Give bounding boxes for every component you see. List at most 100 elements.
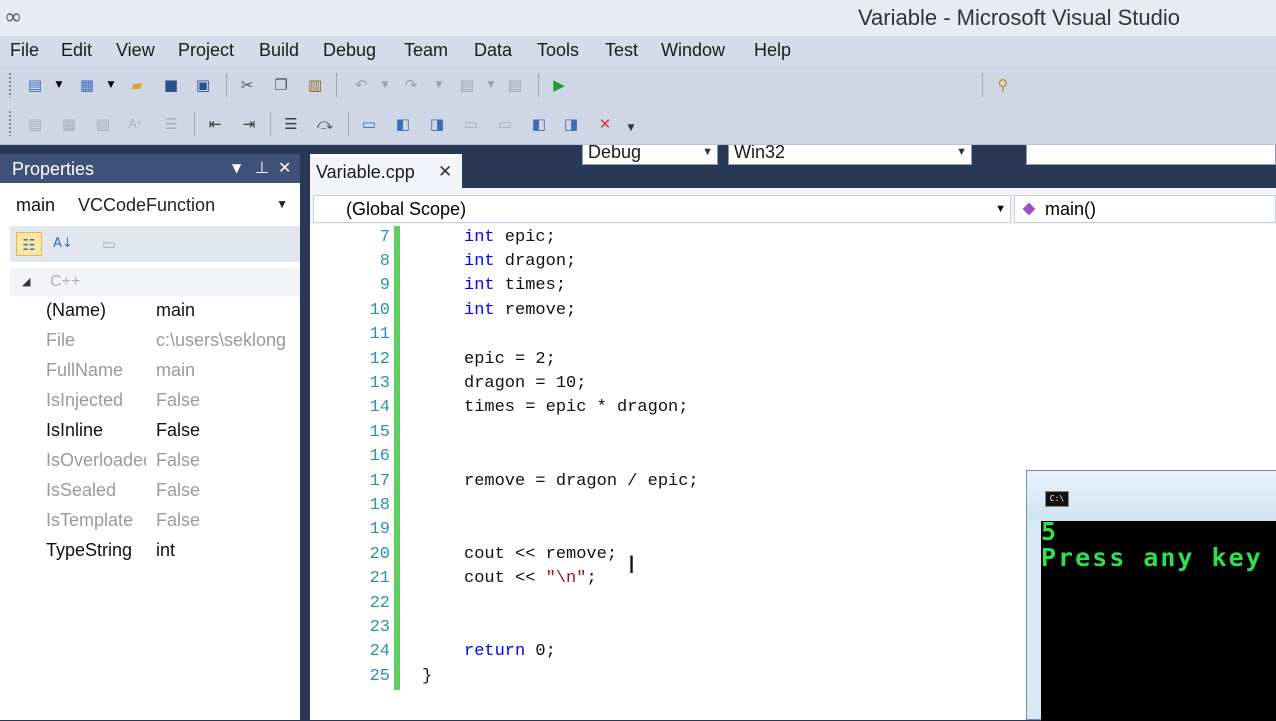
menu-data[interactable]: Data: [474, 40, 512, 61]
property-value[interactable]: main: [156, 296, 300, 324]
navigate-backward-icon[interactable]: ▤: [456, 75, 478, 95]
menu-project[interactable]: Project: [178, 40, 234, 61]
code-line[interactable]: 16: [310, 445, 1276, 469]
toolbar-grip[interactable]: [8, 72, 12, 98]
open-file-icon[interactable]: ▰: [126, 75, 148, 95]
alphabetical-icon[interactable]: A↓: [50, 232, 76, 256]
code-line[interactable]: 14 times = epic * dragon;: [310, 396, 1276, 420]
window-position-icon[interactable]: ▼: [232, 161, 241, 175]
cut-icon[interactable]: ✂: [236, 75, 258, 95]
property-row[interactable]: TypeString int: [10, 536, 300, 566]
line-number: 10: [369, 301, 390, 320]
property-row[interactable]: IsInline False: [10, 416, 300, 446]
property-value[interactable]: c:\users\seklong: [156, 326, 300, 354]
next-bookmark-document-icon[interactable]: ◨: [560, 114, 582, 134]
parameter-info-icon[interactable]: ▧: [92, 114, 114, 134]
redo-icon[interactable]: ↷: [400, 75, 422, 95]
code-line[interactable]: 15: [310, 421, 1276, 445]
navigate-forward-icon[interactable]: ▤: [504, 75, 526, 95]
code-line[interactable]: 12 epic = 2;: [310, 348, 1276, 372]
toolbar-overflow-icon[interactable]: ▼: [620, 118, 642, 138]
menu-test[interactable]: Test: [605, 40, 638, 61]
property-value[interactable]: False: [156, 476, 300, 504]
categorized-icon[interactable]: ☷: [16, 232, 42, 256]
property-row[interactable]: IsOverloaded False: [10, 446, 300, 476]
new-project-icon[interactable]: ▤: [24, 75, 46, 95]
code-line[interactable]: 8 int dragon;: [310, 250, 1276, 274]
code-line[interactable]: 9 int times;: [310, 274, 1276, 298]
property-value[interactable]: int: [156, 536, 300, 564]
tab-variable-cpp[interactable]: Variable.cpp ✕: [310, 154, 462, 188]
property-name: IsInline: [46, 420, 104, 440]
property-pages-icon[interactable]: ▭: [96, 232, 122, 256]
find-in-files-icon[interactable]: ⚲: [992, 75, 1014, 95]
word-completion-icon[interactable]: ☰: [160, 114, 182, 134]
save-all-icon[interactable]: ▣: [192, 75, 214, 95]
save-icon[interactable]: ■: [160, 75, 182, 95]
menu-help[interactable]: Help: [754, 40, 791, 61]
pin-icon[interactable]: ⊥: [255, 158, 269, 177]
property-row[interactable]: (Name) main: [10, 296, 300, 326]
console-window[interactable]: C:\ 5 Press any key: [1026, 470, 1276, 721]
property-value[interactable]: False: [156, 386, 300, 414]
property-name: FullName: [46, 360, 124, 380]
add-item-icon[interactable]: ▦: [76, 75, 98, 95]
code-line[interactable]: 10 int remove;: [310, 299, 1276, 323]
code-line[interactable]: 7 int epic;: [310, 226, 1276, 250]
toggle-bookmark-icon[interactable]: ▭: [358, 114, 380, 134]
members-icon[interactable]: ▦: [58, 114, 80, 134]
next-bookmark-icon[interactable]: ◨: [426, 114, 448, 134]
menu-team[interactable]: Team: [404, 40, 448, 61]
undo-icon[interactable]: ↶: [350, 75, 372, 95]
property-row[interactable]: IsTemplate False: [10, 506, 300, 536]
line-number: 7: [379, 228, 390, 247]
category-row[interactable]: ◢ C++: [10, 268, 300, 296]
function-select[interactable]: main(): [1014, 195, 1276, 223]
property-row[interactable]: IsSealed False: [10, 476, 300, 506]
menu-file[interactable]: File: [10, 40, 39, 61]
paste-icon[interactable]: ▥: [304, 75, 326, 95]
close-icon[interactable]: ✕: [438, 162, 452, 182]
comment-out-icon[interactable]: ☰: [280, 114, 302, 134]
previous-bookmark-document-icon[interactable]: ◧: [528, 114, 550, 134]
close-icon[interactable]: ✕: [278, 158, 291, 177]
quick-info-icon[interactable]: Aᵃ: [124, 114, 146, 134]
previous-bookmark-icon[interactable]: ◧: [392, 114, 414, 134]
dropdown-arrow-icon[interactable]: ▼: [480, 75, 502, 95]
property-row[interactable]: FullName main: [10, 356, 300, 386]
connect-icon[interactable]: ▤: [24, 114, 46, 134]
clear-bookmarks-icon[interactable]: ✕: [594, 114, 616, 134]
menu-view[interactable]: View: [116, 40, 155, 61]
keyword: int: [464, 301, 495, 320]
increase-indent-icon[interactable]: ⇥: [238, 114, 260, 134]
previous-bookmark-folder-icon[interactable]: ▭: [460, 114, 482, 134]
property-value[interactable]: main: [156, 356, 300, 384]
line-number: 25: [369, 667, 390, 686]
dropdown-arrow-icon[interactable]: ▼: [48, 75, 70, 95]
menu-build[interactable]: Build: [259, 40, 299, 61]
decrease-indent-icon[interactable]: ⇤: [204, 114, 226, 134]
collapse-triangle-icon[interactable]: ◢: [22, 275, 30, 288]
menu-debug[interactable]: Debug: [323, 40, 376, 61]
dropdown-arrow-icon[interactable]: ▼: [428, 75, 450, 95]
copy-icon[interactable]: ❐: [270, 75, 292, 95]
property-value[interactable]: False: [156, 506, 300, 534]
next-bookmark-folder-icon[interactable]: ▭: [494, 114, 516, 134]
code-line[interactable]: 11: [310, 323, 1276, 347]
menu-window[interactable]: Window: [661, 40, 725, 61]
start-debugging-icon[interactable]: ▶: [548, 75, 570, 95]
scope-select[interactable]: (Global Scope) ▼: [313, 195, 1011, 223]
property-row[interactable]: File c:\users\seklong: [10, 326, 300, 356]
menu-edit[interactable]: Edit: [61, 40, 92, 61]
menu-tools[interactable]: Tools: [537, 40, 579, 61]
uncomment-icon[interactable]: ⤼: [314, 114, 336, 134]
dropdown-arrow-icon[interactable]: ▼: [374, 75, 396, 95]
console-title-bar[interactable]: C:\: [1027, 471, 1276, 521]
code-line[interactable]: 13 dragon = 10;: [310, 372, 1276, 396]
toolbar-grip[interactable]: [8, 110, 12, 136]
property-row[interactable]: IsInjected False: [10, 386, 300, 416]
property-value[interactable]: False: [156, 416, 300, 444]
property-value[interactable]: False: [156, 446, 300, 474]
dropdown-arrow-icon[interactable]: ▼: [100, 75, 122, 95]
object-selector[interactable]: main VCCodeFunction ▼: [10, 187, 298, 223]
